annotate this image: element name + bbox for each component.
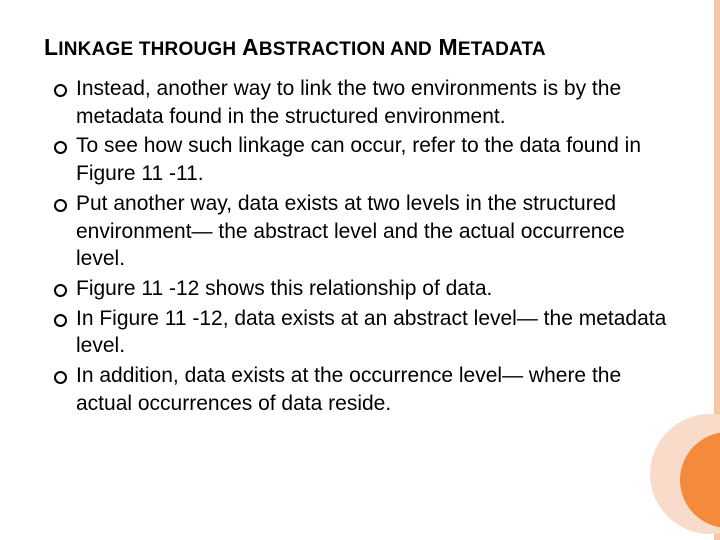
bullet-text: Figure 11 -12 shows this relationship of… [76,277,492,300]
bullet-text: Instead, another way to link the two env… [76,77,621,128]
list-item: In addition, data exists at the occurren… [52,362,676,417]
list-item: Put another way, data exists at two leve… [52,190,676,273]
list-item: In Figure 11 -12, data exists at an abst… [52,305,676,360]
slide-title: LINKAGE THROUGH ABSTRACTION AND METADATA [44,34,676,61]
bullet-list: Instead, another way to link the two env… [44,75,676,418]
bullet-text: To see how such linkage can occur, refer… [76,134,641,185]
list-item: Figure 11 -12 shows this relationship of… [52,275,676,303]
bullet-text: In Figure 11 -12, data exists at an abst… [76,307,666,358]
slide: LINKAGE THROUGH ABSTRACTION AND METADATA… [0,0,720,540]
bullet-text: Put another way, data exists at two leve… [76,192,625,270]
list-item: Instead, another way to link the two env… [52,75,676,130]
title-text: LINKAGE THROUGH ABSTRACTION AND METADATA [44,34,546,60]
list-item: To see how such linkage can occur, refer… [52,132,676,187]
bullet-text: In addition, data exists at the occurren… [76,364,621,415]
